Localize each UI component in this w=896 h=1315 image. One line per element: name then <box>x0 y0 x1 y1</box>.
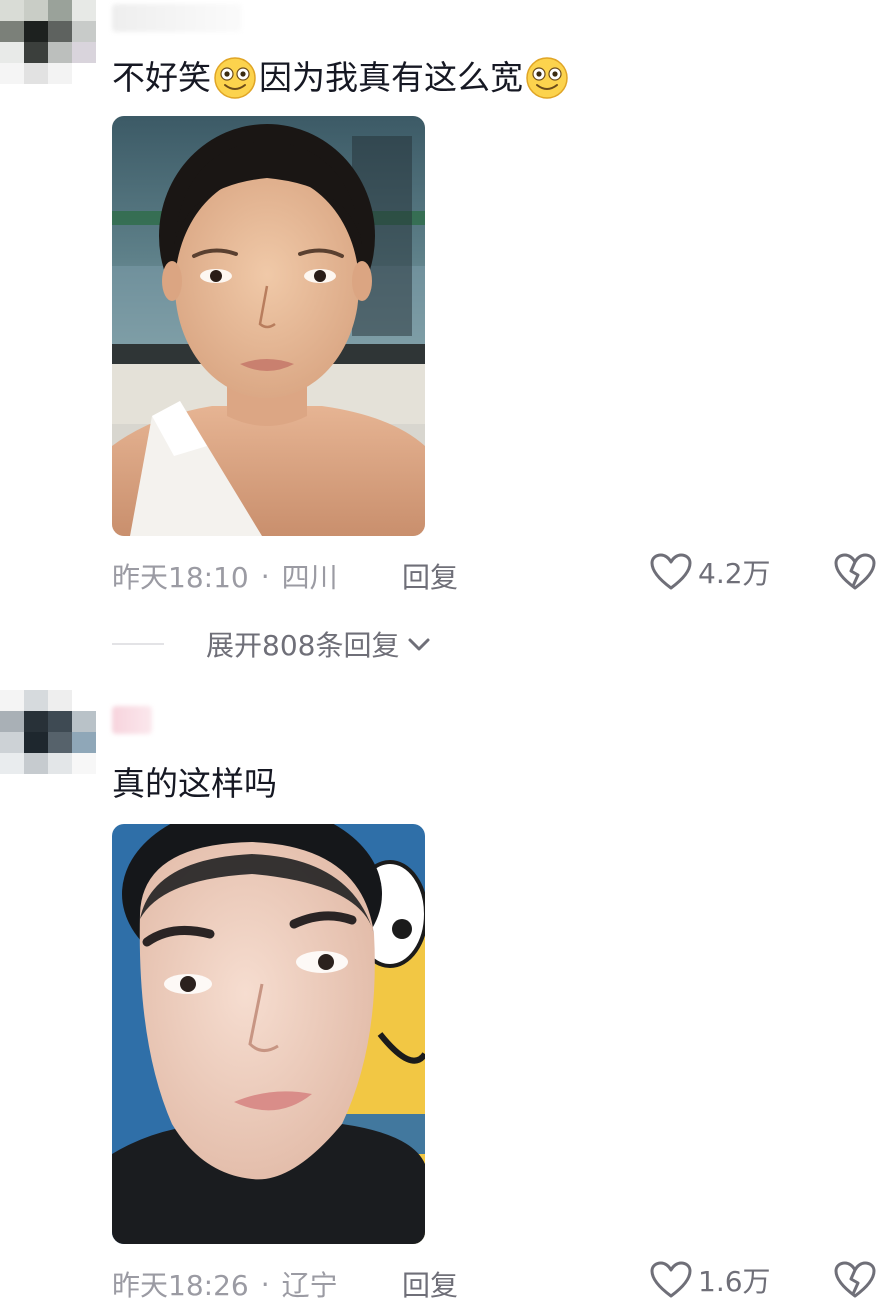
chevron-down-icon <box>408 638 430 651</box>
like-count: 1.6万 <box>698 1265 771 1298</box>
comment-text: 不好笑 因为我真有这么宽 <box>112 56 571 100</box>
comment-location: 四川 <box>281 561 338 594</box>
divider-line <box>112 643 164 645</box>
meta-separator: · <box>260 559 270 593</box>
like-count: 4.2万 <box>698 557 771 590</box>
comment-location: 辽宁 <box>281 1269 338 1302</box>
flushed-smile-emoji-icon <box>526 57 568 99</box>
selfie-photo-image <box>112 824 425 1244</box>
reply-button[interactable]: 回复 <box>402 1264 458 1304</box>
comment-time: 昨天18:10 <box>112 561 249 594</box>
like-button[interactable]: 1.6万 <box>650 1260 771 1300</box>
expand-replies-label: 展开808条回复 <box>206 629 400 662</box>
expand-replies-button[interactable]: 展开808条回复 <box>112 624 433 664</box>
comment-photo[interactable] <box>112 824 425 1244</box>
comment-text-part1: 不好笑 <box>112 58 211 97</box>
avatar[interactable] <box>0 690 96 774</box>
flushed-smile-emoji-icon <box>214 57 256 99</box>
dislike-button[interactable] <box>834 1261 876 1303</box>
comment-text: 真的这样吗 <box>112 764 277 804</box>
broken-heart-icon <box>834 553 876 590</box>
selfie-photo-image <box>112 116 425 536</box>
comment-text-part2: 因为我真有这么宽 <box>259 58 523 97</box>
avatar[interactable] <box>0 0 96 84</box>
heart-icon <box>650 553 692 590</box>
username-blurred[interactable] <box>112 4 242 32</box>
like-button[interactable]: 4.2万 <box>650 552 771 592</box>
comment-meta: 昨天18:10 · 四川 <box>112 556 338 596</box>
reply-button[interactable]: 回复 <box>402 556 458 596</box>
meta-separator: · <box>260 1267 270 1301</box>
heart-icon <box>650 1261 692 1298</box>
username-blurred[interactable] <box>112 706 152 734</box>
broken-heart-icon <box>834 1261 876 1298</box>
comment-photo[interactable] <box>112 116 425 536</box>
comment-time: 昨天18:26 <box>112 1269 249 1302</box>
comment-text-content: 真的这样吗 <box>112 764 277 803</box>
comment-meta: 昨天18:26 · 辽宁 <box>112 1264 338 1304</box>
dislike-button[interactable] <box>834 553 876 595</box>
